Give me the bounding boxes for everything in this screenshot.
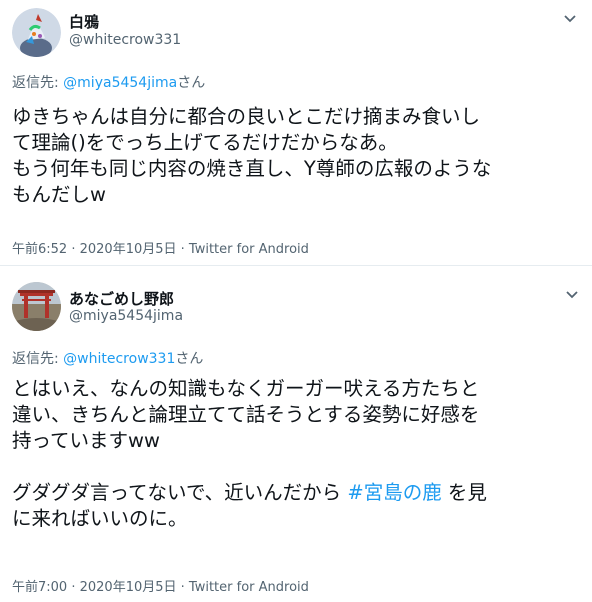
tweet-text: とはいえ、なんの知識もなくガーガー吠える方たちと 違い、きちんと論理立てて話そう…: [12, 376, 487, 532]
tweet-meta: 午前6:52 · 2020年10月5日 · Twitter for Androi…: [12, 242, 309, 257]
tweet-text-line: ゆきちゃんは自分に都合の良いとこだけ摘まみ食いし: [12, 105, 481, 128]
tweet-meta: 午前7:00 · 2020年10月5日 · Twitter for Androi…: [12, 580, 309, 595]
avatar-miya[interactable]: [12, 282, 61, 331]
reply-mention-link[interactable]: @miya5454jima: [63, 75, 177, 91]
hashtag-link[interactable]: #宮島の鹿: [347, 481, 441, 504]
date-link[interactable]: 2020年10月5日: [80, 580, 177, 595]
tweet-text-line: 持っていますww: [12, 429, 160, 452]
timestamp-link[interactable]: 午前7:00: [12, 580, 67, 595]
tweet-text-line: 違い、きちんと論理立てて話そうとする姿勢に好感を: [12, 403, 480, 426]
tweet-2: あなごめし野郎 @miya5454jima 返信先: @whitecrow331…: [0, 266, 592, 602]
chevron-down-icon[interactable]: [565, 290, 579, 300]
reply-mention-link[interactable]: @whitecrow331: [63, 351, 175, 367]
timestamp-link[interactable]: 午前6:52: [12, 242, 67, 257]
display-name[interactable]: 白鴉: [69, 11, 99, 32]
user-handle[interactable]: @whitecrow331: [69, 32, 181, 48]
tweet-text-line: もう何年も同じ内容の焼き直し、Y尊師の広報のような: [12, 157, 492, 180]
tweet-text-line: とはいえ、なんの知識もなくガーガー吠える方たちと: [12, 377, 480, 400]
user-handle[interactable]: @miya5454jima: [69, 308, 183, 324]
display-name[interactable]: あなごめし野郎: [69, 288, 174, 309]
chevron-down-icon[interactable]: [563, 14, 577, 24]
tweet-1: 白鴉 @whitecrow331 返信先: @miya5454jimaさん ゆき…: [0, 0, 592, 265]
source-label: Twitter for Android: [188, 580, 309, 595]
reply-context: 返信先: @whitecrow331さん: [12, 351, 204, 367]
reply-context: 返信先: @miya5454jimaさん: [12, 75, 206, 91]
avatar-whitecrow[interactable]: [12, 8, 61, 57]
date-link[interactable]: 2020年10月5日: [80, 242, 177, 257]
source-label: Twitter for Android: [188, 242, 309, 257]
tweet-text: ゆきちゃんは自分に都合の良いとこだけ摘まみ食いし て理論()をでっち上げてるだけ…: [12, 104, 491, 208]
tweet-text-line: て理論()をでっち上げてるだけだからなあ。: [12, 131, 398, 154]
tweet-text-line: もんだしw: [12, 183, 106, 206]
tweet-text-line: に来ればいいのに。: [12, 507, 188, 530]
tweet-text-line: グダグダ言ってないで、近いんだから #宮島の鹿 を見: [12, 481, 487, 504]
